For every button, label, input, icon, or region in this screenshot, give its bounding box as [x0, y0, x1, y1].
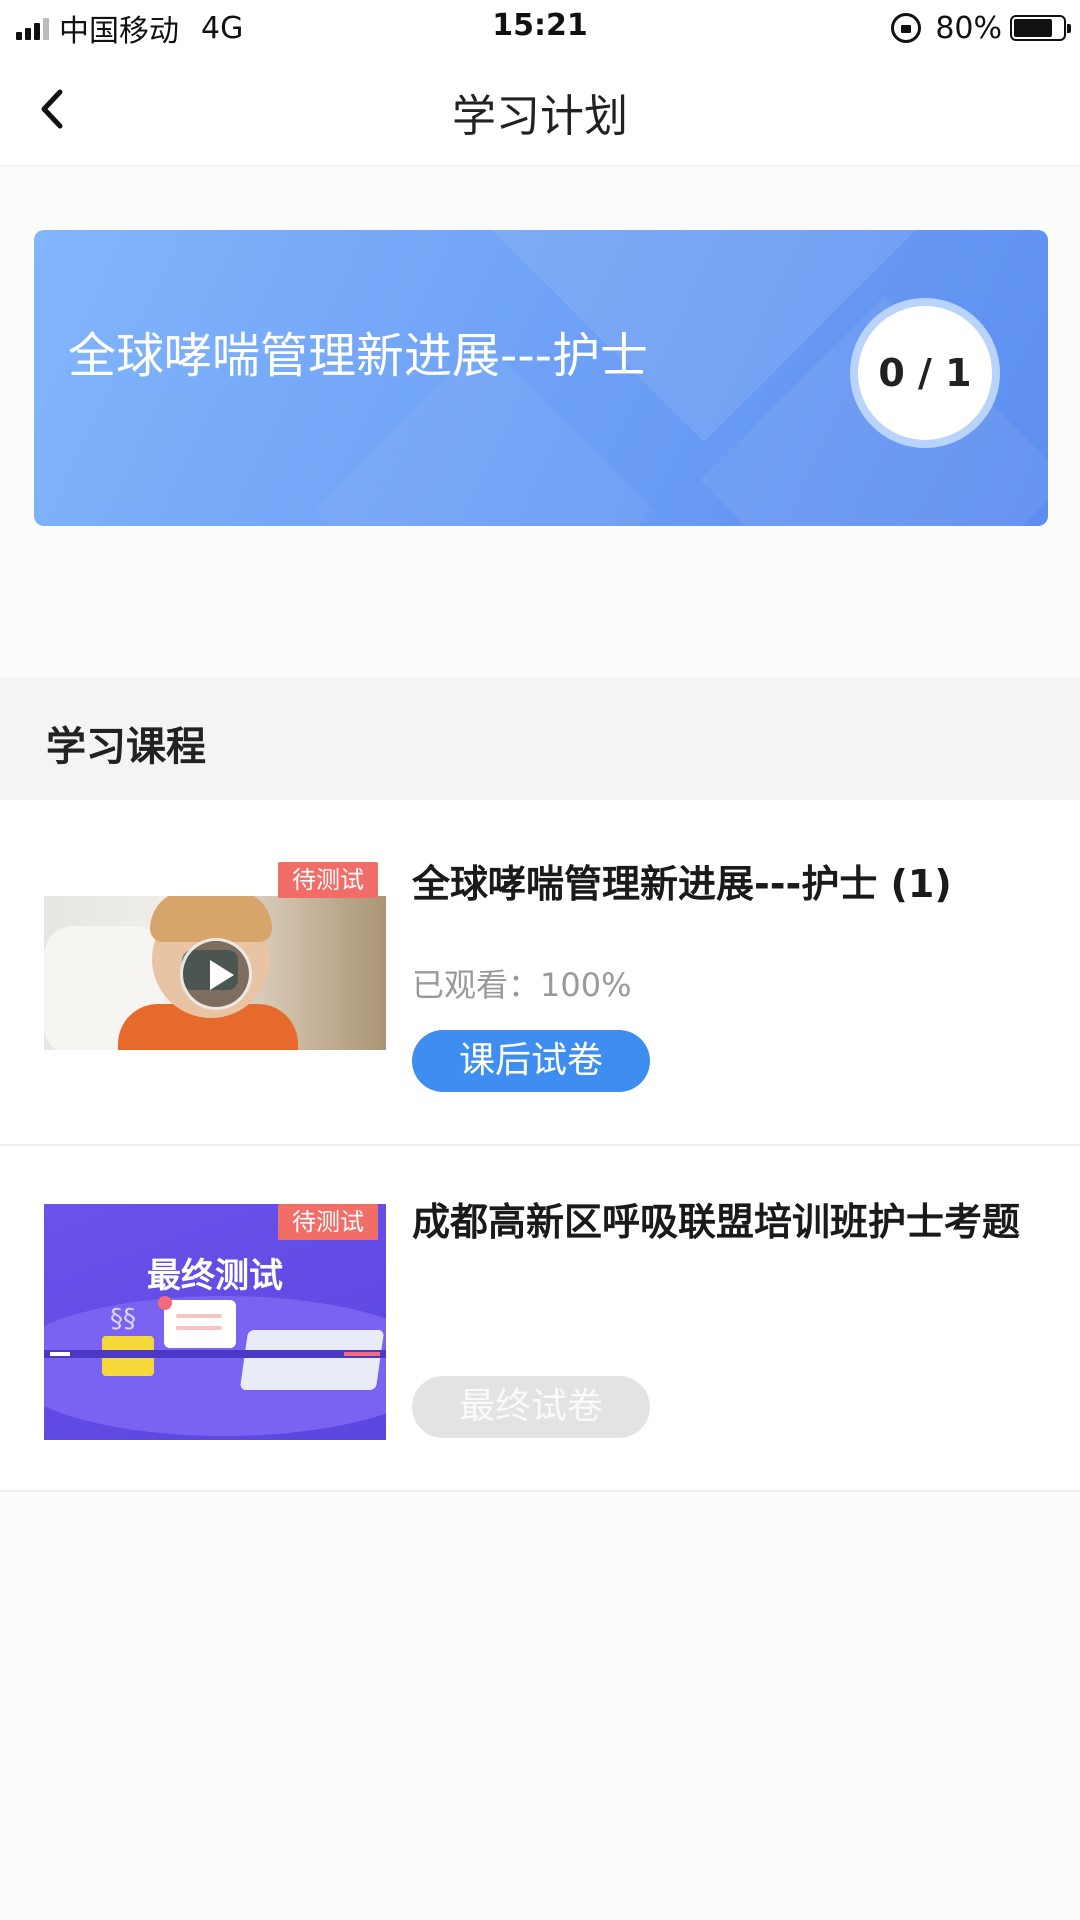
battery-percent: 80%: [935, 10, 1002, 46]
section-title: 学习课程: [46, 724, 206, 770]
battery-icon: [1010, 15, 1071, 41]
thumbnail-desk: [44, 1350, 386, 1358]
status-badge: 待测试: [278, 1204, 378, 1240]
plan-title: 全球哮喘管理新进展---护士: [68, 328, 648, 384]
thumbnail-figure-hair: [150, 896, 272, 942]
video-thumbnail[interactable]: [44, 896, 386, 1050]
watch-progress: 已观看：100%: [412, 966, 632, 1004]
post-class-quiz-button[interactable]: 课后试卷: [412, 1030, 650, 1092]
progress-circle: 0 / 1: [850, 298, 1000, 448]
section-header: 学习课程: [0, 678, 1080, 800]
nav-bar: 学习计划: [0, 54, 1080, 166]
play-icon[interactable]: [180, 938, 252, 1010]
plan-banner: 全球哮喘管理新进展---护士 0 / 1: [34, 230, 1048, 526]
status-badge: 待测试: [278, 862, 378, 898]
course-title[interactable]: 全球哮喘管理新进展---护士 (1): [412, 865, 1042, 903]
chat-bubble-icon: [164, 1300, 236, 1348]
thumbnail-desk-mark: [344, 1352, 380, 1356]
steam-icon: §§: [110, 1304, 136, 1334]
laptop-icon: [239, 1330, 385, 1390]
thumbnail-title: 最终测试: [147, 1256, 283, 1296]
status-right: 80%: [891, 8, 1071, 48]
status-bar: 中国移动 4G 15:21 80%: [0, 0, 1080, 54]
final-quiz-button[interactable]: 最终试卷: [412, 1376, 650, 1438]
notification-dot: [158, 1296, 172, 1310]
rotation-lock-icon: [891, 13, 922, 43]
course-item[interactable]: 待测试 全球哮喘管理新进展---护士 (1) 已观看：100% 课后试卷: [0, 800, 1080, 1146]
thumbnail-desk-mark: [50, 1352, 70, 1356]
study-plan-page: 中国移动 4G 15:21 80% 学习计划 全球哮喘管理新进展---护士 0 …: [0, 0, 1080, 1920]
course-title[interactable]: 成都高新区呼吸联盟培训班护士考题: [412, 1203, 1042, 1241]
page-title: 学习计划: [452, 91, 628, 142]
course-item[interactable]: 最终测试 §§ 待测试 成都高新区呼吸联盟培训班护士考题 最终试卷: [0, 1146, 1080, 1492]
